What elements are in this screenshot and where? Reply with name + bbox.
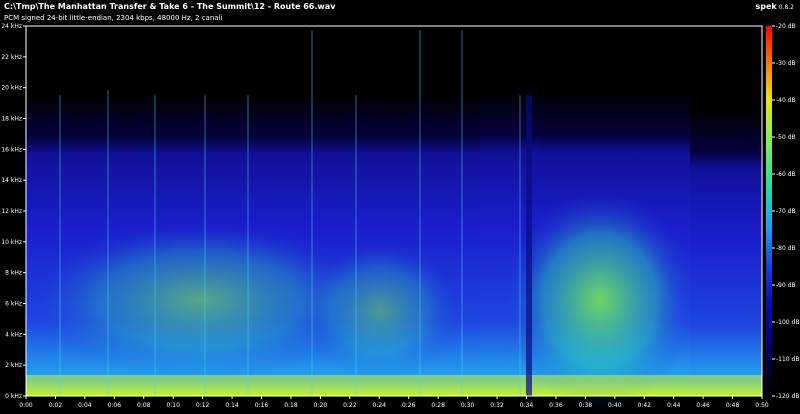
time-tick-label: 0:34 bbox=[520, 402, 534, 409]
freq-tick-label: 12 kHz bbox=[1, 208, 22, 215]
time-tick-label: 0:16 bbox=[255, 402, 269, 409]
freq-tick-label: 16 kHz bbox=[1, 146, 22, 153]
db-tick-label: -50 dB bbox=[776, 134, 796, 141]
freq-tick-label: 2 kHz bbox=[5, 362, 22, 369]
freq-tick-label: 0 kHz bbox=[5, 393, 22, 400]
db-scale: -20 dB -30 dB -40 dB -50 dB -60 dB -70 dB -80 … bbox=[772, 23, 799, 400]
time-tick-label: 0:30 bbox=[461, 402, 475, 409]
time-tick-label: 0:36 bbox=[549, 402, 563, 409]
db-tick-label: -120 dB bbox=[776, 393, 799, 400]
bright-region-3 bbox=[300, 240, 460, 380]
freq-tick-label: 20 kHz bbox=[1, 85, 22, 92]
time-tick-label: 0:28 bbox=[431, 402, 445, 409]
spectrogram-view: 0 kHz 2 kHz 4 kHz 6 kHz 8 kHz 10 kHz 12 kHz 14 … bbox=[1, 23, 799, 410]
db-tick-label: -110 dB bbox=[776, 356, 799, 363]
time-tick-label: 0:12 bbox=[196, 402, 210, 409]
db-tick-label: -90 dB bbox=[776, 282, 796, 289]
db-tick-label: -40 dB bbox=[776, 97, 796, 104]
db-tick-label: -80 dB bbox=[776, 245, 796, 252]
db-tick-label: -100 dB bbox=[776, 319, 799, 326]
freq-tick-label: 22 kHz bbox=[1, 54, 22, 61]
time-tick-label: 0:32 bbox=[490, 402, 504, 409]
spectrogram-plot bbox=[25, 25, 763, 410]
dark-gap bbox=[526, 95, 532, 396]
time-tick-label: 0:14 bbox=[225, 402, 239, 409]
time-tick-label: 0:04 bbox=[78, 402, 92, 409]
time-tick-label: 0:20 bbox=[314, 402, 328, 409]
time-tick-label: 0:02 bbox=[49, 402, 63, 409]
db-tick-label: -20 dB bbox=[776, 23, 796, 30]
frequency-axis: 0 kHz 2 kHz 4 kHz 6 kHz 8 kHz 10 kHz 12 kHz 14 … bbox=[1, 23, 26, 400]
time-tick-label: 0:40 bbox=[608, 402, 622, 409]
db-tick-label: -70 dB bbox=[776, 208, 796, 215]
time-tick-label: 0:22 bbox=[343, 402, 357, 409]
energy-region-d bbox=[690, 112, 762, 396]
db-tick-label: -30 dB bbox=[776, 60, 796, 67]
time-tick-label: 0:48 bbox=[726, 402, 740, 409]
freq-tick-label: 24 kHz bbox=[1, 23, 22, 30]
time-tick-label: 0:08 bbox=[137, 402, 151, 409]
db-colorbar bbox=[766, 26, 772, 396]
low-freq-band bbox=[26, 375, 762, 396]
freq-tick-label: 8 kHz bbox=[5, 270, 22, 277]
time-tick-label: 0:44 bbox=[667, 402, 681, 409]
db-legend: -20 dB -30 dB -40 dB -50 dB -60 dB -70 dB -80 … bbox=[766, 23, 799, 400]
freq-tick-label: 10 kHz bbox=[1, 239, 22, 246]
time-tick-label: 0:24 bbox=[373, 402, 387, 409]
db-tick-label: -60 dB bbox=[776, 171, 796, 178]
time-tick-label: 0:00 bbox=[19, 402, 33, 409]
time-tick-label: 0:42 bbox=[637, 402, 651, 409]
time-tick-label: 0:18 bbox=[284, 402, 298, 409]
freq-tick-label: 4 kHz bbox=[5, 331, 22, 338]
freq-tick-label: 6 kHz bbox=[5, 301, 22, 308]
time-tick-label: 0:38 bbox=[579, 402, 593, 409]
time-tick-label: 0:46 bbox=[696, 402, 710, 409]
time-tick-label: 0:10 bbox=[166, 402, 180, 409]
time-tick-label: 0:06 bbox=[108, 402, 122, 409]
time-axis: 0:00 0:02 0:04 0:06 0:08 0:10 0:12 0:14 0:16 0:18… bbox=[19, 396, 769, 409]
freq-tick-label: 14 kHz bbox=[1, 177, 22, 184]
time-tick-label: 0:26 bbox=[402, 402, 416, 409]
freq-tick-label: 18 kHz bbox=[1, 116, 22, 123]
time-tick-label: 0:50 bbox=[755, 402, 769, 409]
